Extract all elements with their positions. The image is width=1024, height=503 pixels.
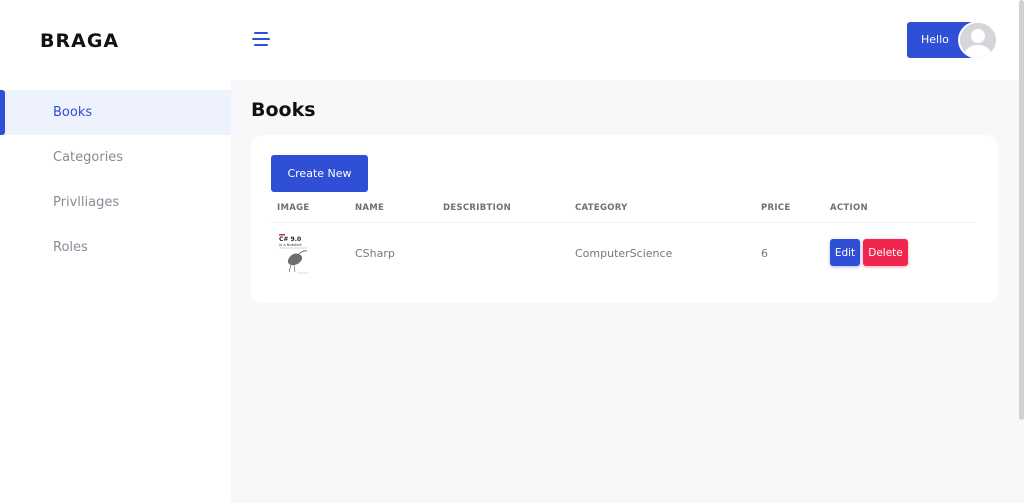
user-avatar-icon[interactable] bbox=[958, 21, 998, 59]
create-new-button[interactable]: Create New bbox=[271, 155, 368, 192]
cell-category: ComputerScience bbox=[575, 247, 673, 260]
page-title: Books bbox=[251, 99, 316, 121]
sidebar-item-label: Roles bbox=[53, 240, 88, 255]
window-scrollbar[interactable] bbox=[1019, 0, 1024, 420]
cover-subtitle: in a Nutshell bbox=[279, 243, 302, 247]
column-header-action: ACTION bbox=[830, 203, 868, 213]
top-bar: Hello bbox=[231, 0, 1024, 80]
sidebar-nav: Books Categories Privlliages Roles bbox=[0, 90, 231, 270]
sidebar-item-categories[interactable]: Categories bbox=[0, 135, 231, 180]
sidebar-item-books[interactable]: Books bbox=[0, 90, 231, 135]
table-divider bbox=[271, 222, 976, 223]
sidebar: BRAGA Books Categories Privlliages Roles bbox=[0, 0, 231, 503]
cell-price: 6 bbox=[761, 247, 768, 260]
edit-button[interactable]: Edit bbox=[830, 239, 860, 266]
column-header-image: IMAGE bbox=[277, 203, 310, 213]
sidebar-item-roles[interactable]: Roles bbox=[0, 225, 231, 270]
delete-button[interactable]: Delete bbox=[863, 239, 908, 266]
sidebar-item-label: Books bbox=[53, 105, 93, 120]
books-table-card: Create New IMAGE NAME DESCRIBTION CATEGO… bbox=[251, 135, 998, 303]
hamburger-menu-icon[interactable] bbox=[252, 31, 270, 47]
sidebar-item-label: Categories bbox=[53, 150, 124, 165]
cell-name: CSharp bbox=[355, 247, 395, 260]
column-header-category: CATEGORY bbox=[575, 203, 628, 213]
column-header-price: PRICE bbox=[761, 203, 791, 213]
cover-title: C# 9.0 bbox=[279, 236, 301, 243]
brand-logo[interactable]: BRAGA bbox=[40, 30, 119, 52]
sidebar-item-label: Privlliages bbox=[53, 195, 120, 210]
column-header-description: DESCRIBTION bbox=[443, 203, 512, 213]
sidebar-item-privileges[interactable]: Privlliages bbox=[0, 180, 231, 225]
book-cover-thumbnail: C# 9.0 in a Nutshell bbox=[277, 232, 311, 276]
column-header-name: NAME bbox=[355, 203, 385, 213]
user-menu[interactable]: Hello bbox=[907, 21, 998, 59]
